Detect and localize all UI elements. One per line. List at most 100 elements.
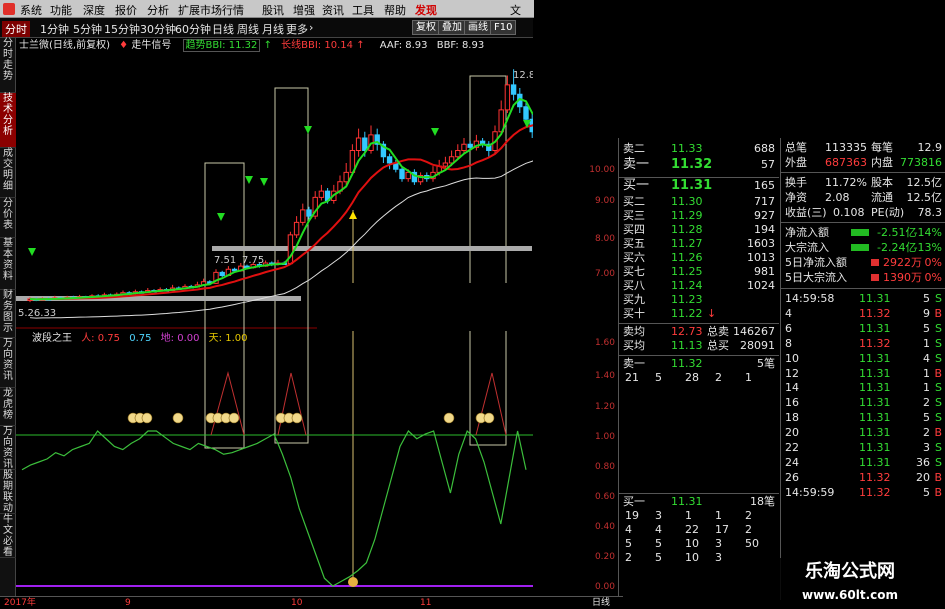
buy-row[interactable]: 买三 11.29 927 — [619, 209, 779, 223]
period-tab-1min[interactable]: 1分钟 — [40, 21, 69, 37]
top-right-empty — [534, 0, 945, 18]
vertical-tabs: 分时走势 技术分析 成交明细 分价表 基本资料 财务图示 万向资讯 龙虎榜 万向… — [0, 38, 16, 600]
menu-item-depth[interactable]: 深度 — [83, 2, 105, 18]
sell1-queue-head[interactable]: 卖一 11.32 5笔 — [619, 357, 779, 371]
avg-sell-row: 卖均 12.73 总卖 146267 — [623, 325, 775, 338]
candle-body — [461, 143, 467, 151]
menu-item-function[interactable]: 功能 — [50, 2, 72, 18]
smiley-icon — [172, 412, 184, 424]
vtab-must-read[interactable]: 牛文必看 — [0, 514, 16, 558]
vtab-finance[interactable]: 财务图示 — [0, 290, 16, 338]
buy-row[interactable]: 买一 11.31 165 — [619, 179, 779, 195]
period-tab-weekly[interactable]: 周线 — [237, 21, 259, 37]
adjust-button[interactable]: 复权 — [412, 20, 440, 35]
mid-label-2: 7.75 — [242, 255, 264, 266]
candle-body — [300, 209, 306, 223]
period-tab-30min[interactable]: 30分钟 — [140, 21, 176, 37]
trend-up-icon: ↑ — [263, 40, 272, 51]
tick-row: 14:59:59 11.32 5 B — [785, 485, 942, 499]
axis-tick: 0.60 — [594, 492, 615, 502]
buy-row[interactable]: 买七 11.25 981 — [619, 265, 779, 279]
period-tab-intraday[interactable]: 分时 — [2, 21, 30, 37]
tick-row: 14:59:58 11.31 5 S — [785, 292, 942, 305]
sell-row[interactable]: 卖一 11.32 57 — [619, 158, 779, 176]
flow-row: 5日净流入额 2922万 0% — [785, 256, 942, 269]
signal-label: 走牛信号 — [131, 40, 172, 51]
menu-item-help[interactable]: 帮助 — [384, 2, 406, 18]
menu-item-discover[interactable]: 发现 — [415, 2, 437, 18]
vtab-deals[interactable]: 成交明细 — [0, 148, 16, 198]
period-tab-15min[interactable]: 15分钟 — [104, 21, 140, 37]
flow-bar — [851, 244, 869, 251]
menu-item-quote[interactable]: 报价 — [115, 2, 137, 18]
menu-item-stock-news[interactable]: 股讯 — [262, 2, 284, 18]
overlay-button[interactable]: 叠加 — [438, 20, 466, 35]
smiley-icon — [483, 412, 495, 424]
bbf-value: BBF: 8.93 — [436, 40, 485, 51]
vtab-futures[interactable]: 股期联动 — [0, 470, 16, 514]
trend-bbi-value: 趋势BBI: 11.32 — [182, 39, 261, 52]
buy-row[interactable]: 买六 11.26 1013 — [619, 251, 779, 265]
period-tab-60min[interactable]: 60分钟 — [175, 21, 211, 37]
f10-button[interactable]: F10 — [490, 20, 517, 35]
tick-row: 26 11.32 20 B — [785, 470, 942, 484]
stat-row: 外盘 687363 内盘 773816 — [785, 156, 942, 169]
menu-item-news[interactable]: 资讯 — [322, 2, 344, 18]
vtab-dragon-tiger[interactable]: 龙虎榜 — [0, 388, 16, 426]
price-axis: 10.00 9.00 8.00 7.00 1.60 1.40 1.20 1.00… — [533, 138, 623, 600]
date-month: 11 — [420, 598, 432, 608]
watermark-brand: 乐淘公式网 www.60lt.com — [755, 558, 945, 609]
menu-item-tools[interactable]: 工具 — [352, 2, 374, 18]
draw-line-button[interactable]: 画线 — [464, 20, 492, 35]
vtab-price-table[interactable]: 分价表 — [0, 198, 16, 238]
menu-item-extended-market[interactable]: 扩展市场行情 — [178, 2, 244, 18]
flow-row: 5日大宗流入 1390万 0% — [785, 271, 942, 284]
tick-row: 20 11.31 2 B — [785, 426, 942, 440]
candle-body — [386, 156, 393, 164]
support-band — [212, 246, 532, 251]
axis-tick: 9.00 — [594, 196, 615, 206]
buy-row[interactable]: 买九 11.23 — [619, 293, 779, 307]
vtab-intraday[interactable]: 分时走势 — [0, 38, 16, 93]
menu-item-enhance[interactable]: 增强 — [293, 2, 315, 18]
app-logo-icon — [3, 3, 15, 15]
period-tab-5min[interactable]: 5分钟 — [73, 21, 102, 37]
vtab-news-2[interactable]: 万向资讯 — [0, 426, 16, 470]
candle-body — [362, 137, 368, 151]
date-year: 2017年 — [4, 598, 36, 608]
vtab-technical[interactable]: 技术分析 — [0, 93, 16, 148]
period-tab-monthly[interactable]: 月线 — [262, 21, 284, 37]
stat-row: 换手 11.72% 股本 12.5亿 — [785, 176, 942, 189]
flow-row: 大宗流入 -2.24亿 -13% — [785, 241, 942, 254]
menu-item-analysis[interactable]: 分析 — [147, 2, 169, 18]
smiley-icon — [228, 412, 240, 424]
sell-row[interactable]: 卖二 11.33 688 — [619, 142, 779, 156]
stock-name: 士兰微(日线,前复权) — [19, 40, 110, 51]
buy-row[interactable]: 买八 11.24 1024 — [619, 279, 779, 293]
vtab-profile[interactable]: 基本资料 — [0, 238, 16, 290]
period-tab-daily[interactable]: 日线 — [212, 21, 234, 37]
oscillator-name: 波段之王 — [32, 333, 72, 344]
buy-row[interactable]: 买二 11.30 717 — [619, 195, 779, 209]
menu-item-system[interactable]: 系统 — [20, 2, 42, 18]
osc-b-value: 0.75 — [129, 333, 152, 344]
buy-row[interactable]: 买四 11.28 194 — [619, 223, 779, 237]
buy1-queue-head[interactable]: 买一 11.31 18笔 — [619, 495, 779, 509]
candle-body — [293, 221, 300, 236]
vtab-news[interactable]: 万向资讯 — [0, 338, 16, 388]
buy1-queue: 19 3 1 1 2 — [625, 509, 752, 522]
more-chevron-icon[interactable]: › — [309, 21, 313, 34]
period-tab-more[interactable]: 更多 — [286, 21, 308, 37]
low-label: 5.26.33 — [18, 308, 56, 319]
menu-corner-text: 文 — [510, 4, 521, 17]
signal-icon: ♦ — [119, 40, 129, 51]
mid-label-1: 7.51 — [214, 255, 236, 266]
axis-tick: 0.80 — [594, 462, 615, 472]
axis-tick: 10.00 — [589, 165, 615, 175]
buy-row[interactable]: 买十 11.22 ↓ — [619, 307, 779, 321]
osc-c-value: 地: 0.00 — [160, 333, 200, 344]
axis-tick: 1.40 — [594, 371, 615, 381]
buy-row[interactable]: 买五 11.27 1603 — [619, 237, 779, 251]
oscillator-info-bar: 波段之王 人: 0.75 0.75 地: 0.00 天: 1.00 — [32, 332, 248, 346]
candle-body — [219, 271, 225, 276]
